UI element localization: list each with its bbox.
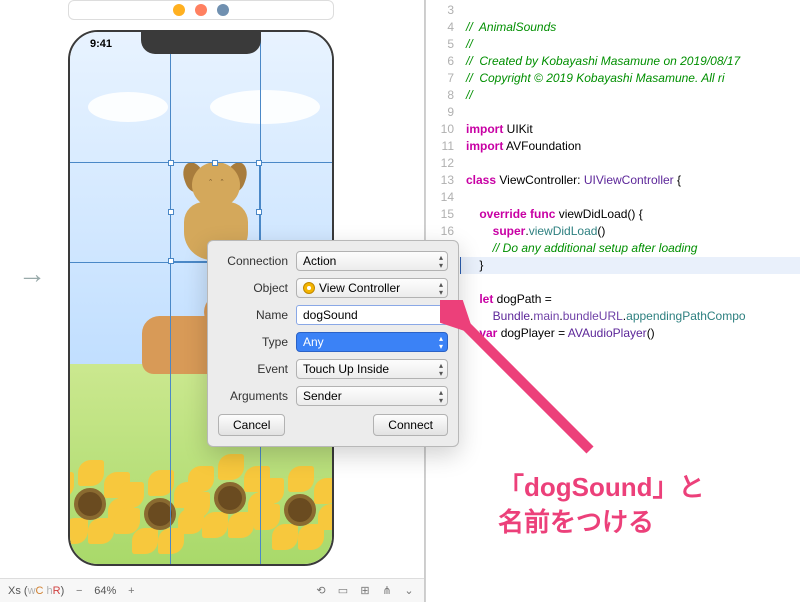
embed-icon[interactable]: ⌄ bbox=[402, 584, 416, 598]
name-input[interactable] bbox=[296, 305, 448, 325]
scene-dot-icon bbox=[195, 4, 207, 16]
arguments-select[interactable]: Sender▴▾ bbox=[296, 386, 448, 406]
code-editor[interactable]: 345 678 91011 121314 151617 181920 21 //… bbox=[425, 0, 800, 602]
object-label: Object bbox=[218, 281, 296, 295]
pin-icon[interactable]: ⊞ bbox=[358, 584, 372, 598]
name-label: Name bbox=[218, 308, 296, 322]
event-label: Event bbox=[218, 362, 296, 376]
status-time: 9:41 bbox=[90, 38, 112, 50]
viewcontroller-icon bbox=[303, 282, 315, 294]
type-select[interactable]: Any▴▾ bbox=[296, 332, 448, 352]
connect-button[interactable]: Connect bbox=[373, 414, 448, 436]
device-notch bbox=[141, 32, 261, 54]
arguments-label: Arguments bbox=[218, 389, 296, 403]
alignment-guide bbox=[170, 32, 171, 564]
sunflower-image bbox=[260, 470, 334, 550]
zoom-out-button[interactable]: − bbox=[72, 584, 86, 598]
code-lines[interactable]: // AnimalSounds // // Created by Kobayas… bbox=[466, 2, 800, 359]
object-select[interactable]: View Controller▴▾ bbox=[296, 278, 448, 298]
event-select[interactable]: Touch Up Inside▴▾ bbox=[296, 359, 448, 379]
constraints-update-icon[interactable]: ⟲ bbox=[314, 584, 328, 598]
insertion-arrow-icon: → bbox=[18, 258, 46, 290]
connection-select[interactable]: Action▴▾ bbox=[296, 251, 448, 271]
scene-dot-icon bbox=[217, 4, 229, 16]
align-icon[interactable]: ▭ bbox=[336, 584, 350, 598]
text-caret bbox=[460, 257, 461, 274]
scene-header[interactable] bbox=[68, 0, 334, 20]
scene-dot-icon bbox=[173, 4, 185, 16]
zoom-in-button[interactable]: + bbox=[124, 584, 138, 598]
zoom-value[interactable]: 64% bbox=[94, 585, 116, 597]
canvas-footer: Xs (wC hR) − 64% + ⟲ ▭ ⊞ ⋔ ⌄ bbox=[0, 578, 424, 602]
device-label[interactable]: Xs (wC hR) bbox=[8, 585, 64, 597]
type-label: Type bbox=[218, 335, 296, 349]
cancel-button[interactable]: Cancel bbox=[218, 414, 285, 436]
connection-label: Connection bbox=[218, 254, 296, 268]
resolve-icon[interactable]: ⋔ bbox=[380, 584, 394, 598]
connection-popover[interactable]: Connection Action▴▾ Object View Controll… bbox=[207, 240, 459, 447]
